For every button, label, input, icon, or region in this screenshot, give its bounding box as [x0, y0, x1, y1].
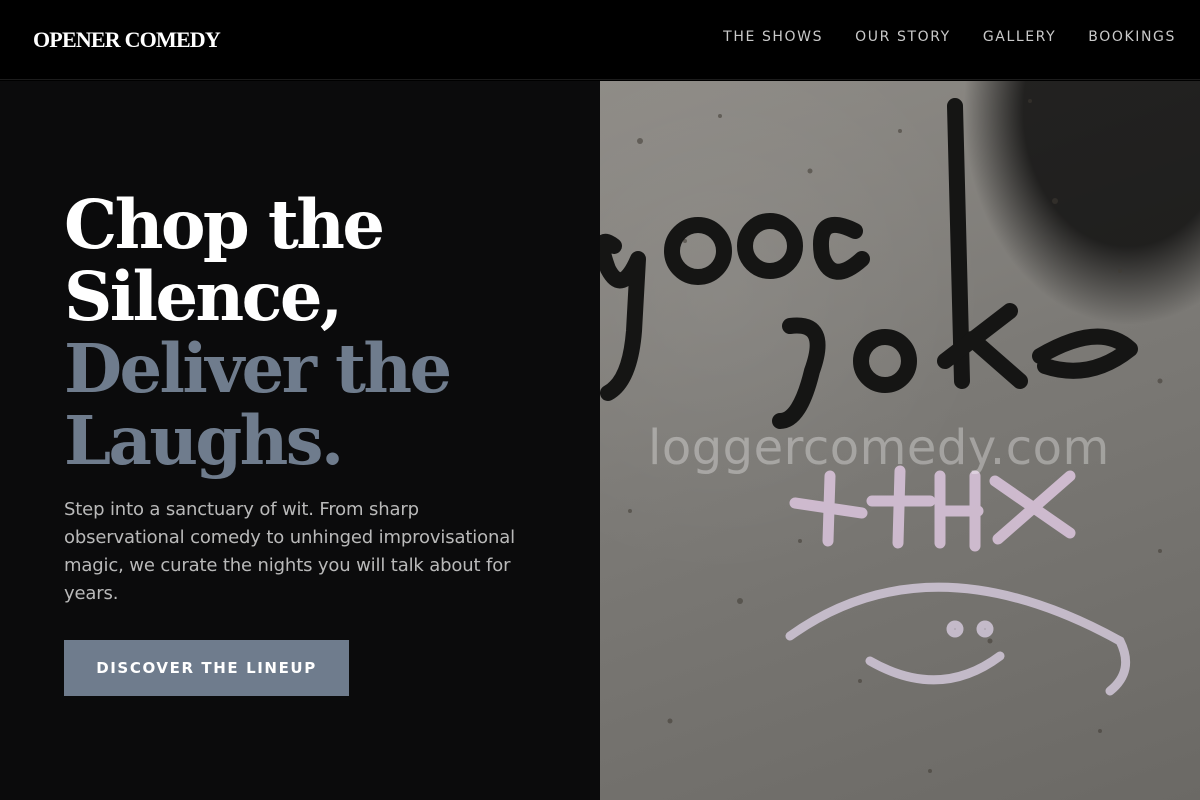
nav-item-gallery[interactable]: GALLERY — [983, 29, 1056, 45]
nav-item-bookings[interactable]: BOOKINGS — [1088, 29, 1176, 45]
nav-item-the-shows[interactable]: THE SHOWS — [723, 29, 823, 45]
hero-headline: Chop the Silence, Deliver the Laughs. — [64, 189, 584, 477]
headline-line-1: Chop the — [64, 185, 385, 264]
hero-graffiti-image: loggercomedy.com — [600, 81, 1200, 800]
watermark-text: loggercomedy.com — [648, 420, 1110, 476]
headline-line-4: Laughs. — [64, 401, 344, 480]
graffiti-thx — [789, 465, 1076, 552]
hero-text-panel: Chop the Silence, Deliver the Laughs. St… — [0, 81, 600, 800]
headline-line-2: Silence, — [64, 257, 343, 336]
main-nav: THE SHOWS OUR STORY GALLERY BOOKINGS — [723, 29, 1176, 45]
site-header: OPENER COMEDY THE SHOWS OUR STORY GALLER… — [0, 0, 1200, 80]
hero-description: Step into a sanctuary of wit. From sharp… — [64, 499, 515, 604]
site-logo[interactable]: OPENER COMEDY — [33, 27, 221, 53]
graffiti-sad-face — [785, 582, 1131, 696]
nav-item-our-story[interactable]: OUR STORY — [855, 29, 951, 45]
headline-line-3: Deliver the — [64, 329, 452, 408]
discover-lineup-button[interactable]: DISCOVER THE LINEUP — [64, 640, 349, 696]
graffiti-good-joke — [600, 98, 1138, 429]
